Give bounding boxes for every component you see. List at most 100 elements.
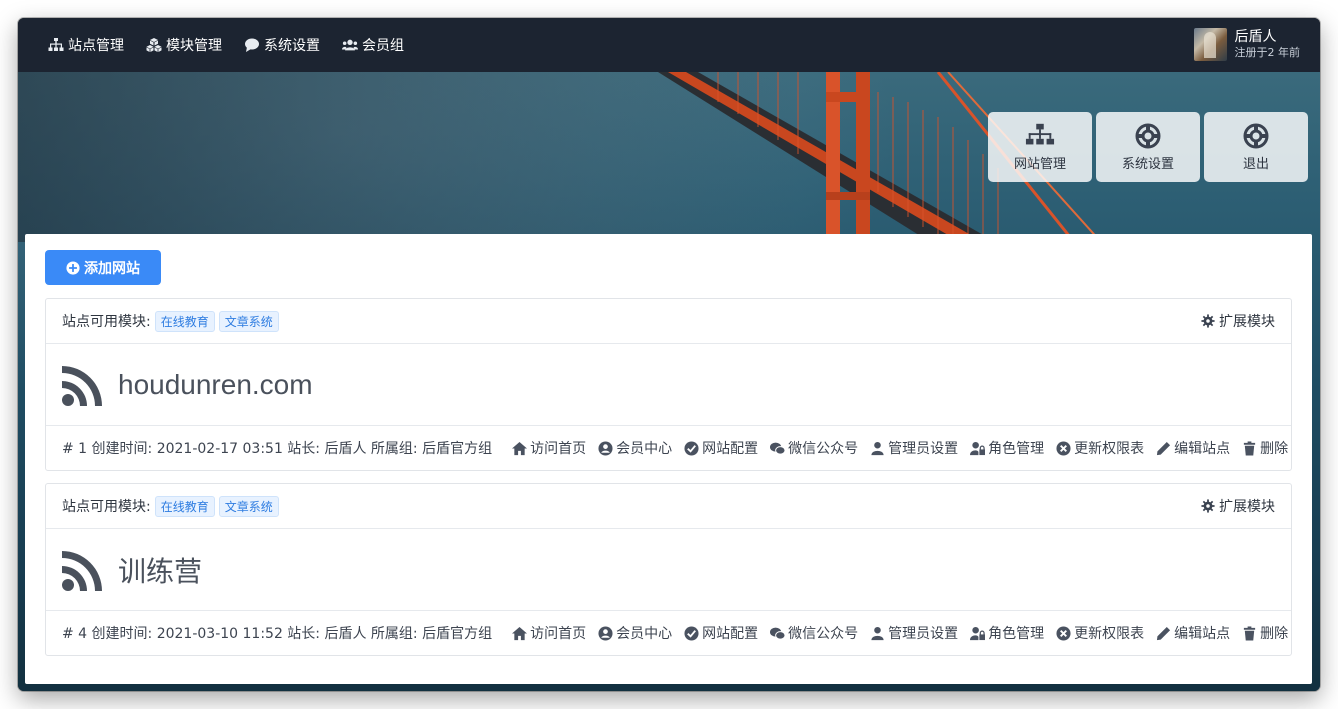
admin-settings-link[interactable]: 管理员设置 <box>870 438 958 458</box>
update-permission-link[interactable]: 更新权限表 <box>1056 623 1144 643</box>
action-label: 删除 <box>1260 441 1289 457</box>
action-label: 管理员设置 <box>888 626 959 642</box>
users-icon <box>342 39 358 51</box>
quick-site-manage-button[interactable]: 网站管理 <box>988 112 1092 182</box>
add-site-label: 添加网站 <box>84 260 140 277</box>
pencil-icon <box>1157 441 1171 455</box>
module-badge[interactable]: 文章系统 <box>218 495 279 517</box>
quick-button-label: 网站管理 <box>1013 156 1066 172</box>
pencil-icon <box>1157 626 1171 640</box>
nav-item-label: 模块管理 <box>166 38 222 54</box>
times-circle-icon <box>1056 440 1071 456</box>
times-circle-icon <box>1056 625 1071 641</box>
trash-icon <box>1243 440 1256 456</box>
wechat-link[interactable]: 微信公众号 <box>770 438 858 458</box>
visit-home-link[interactable]: 访问首页 <box>512 438 586 458</box>
site-name[interactable]: 训练营 <box>118 550 202 590</box>
delete-site-link[interactable]: 删除 <box>1242 438 1288 458</box>
action-label: 访问首页 <box>530 441 587 457</box>
action-label: 访问首页 <box>530 626 587 642</box>
top-navigation: 站点管理 模块管理 系统设置 会员组 后盾人 注册于2 年前 <box>18 18 1320 72</box>
module-badge[interactable]: 文章系统 <box>218 310 279 332</box>
wechat-icon <box>770 442 786 455</box>
sitemap-icon <box>1025 123 1055 144</box>
edit-site-link[interactable]: 编辑站点 <box>1156 623 1230 643</box>
site-card: 站点可用模块: 在线教育 文章系统 扩展模块 <box>45 298 1292 471</box>
action-label: 删除 <box>1260 626 1289 642</box>
site-meta: # 4 创建时间: 2021-03-10 11:52 站长: 后盾人 所属组: … <box>62 626 493 642</box>
site-config-link[interactable]: 网站配置 <box>684 623 758 643</box>
rss-icon <box>62 550 102 591</box>
check-circle-icon <box>684 440 699 456</box>
nav-item-member-group[interactable]: 会员组 <box>342 35 404 55</box>
role-manage-link[interactable]: 角色管理 <box>970 438 1044 458</box>
update-permission-link[interactable]: 更新权限表 <box>1056 438 1144 458</box>
action-label: 更新权限表 <box>1074 626 1145 642</box>
site-meta: # 1 创建时间: 2021-02-17 03:51 站长: 后盾人 所属组: … <box>62 441 493 457</box>
action-label: 角色管理 <box>988 441 1045 457</box>
action-label: 网站配置 <box>702 441 759 457</box>
site-actions: 访问首页 会员中心 网站配置 微信公众号 管理员设置 角色管理 更新权限表 编辑… <box>512 623 1300 643</box>
action-label: 更新权限表 <box>1074 441 1145 457</box>
user-circle-icon <box>598 440 613 456</box>
site-card-body: 训练营 <box>46 529 1291 611</box>
main-panel: 添加网站 站点可用模块: 在线教育 文章系统 扩展模块 houdunren.co… <box>25 234 1312 684</box>
extend-modules-label: 扩展模块 <box>1219 499 1275 515</box>
trash-icon <box>1243 625 1256 641</box>
add-site-button[interactable]: 添加网站 <box>45 250 161 285</box>
module-badge[interactable]: 在线教育 <box>154 495 215 517</box>
quick-logout-button[interactable]: 退出 <box>1204 112 1308 182</box>
module-badge[interactable]: 在线教育 <box>154 310 215 332</box>
action-label: 会员中心 <box>616 441 673 457</box>
action-label: 微信公众号 <box>788 626 859 642</box>
extend-modules-button[interactable]: 扩展模块 <box>1201 311 1275 331</box>
site-card-footer: # 1 创建时间: 2021-02-17 03:51 站长: 后盾人 所属组: … <box>46 426 1291 470</box>
home-icon <box>512 626 528 640</box>
member-center-link[interactable]: 会员中心 <box>598 438 672 458</box>
user-registered: 注册于2 年前 <box>1234 46 1301 60</box>
site-card-footer: # 4 创建时间: 2021-03-10 11:52 站长: 后盾人 所属组: … <box>46 611 1291 655</box>
user-profile[interactable]: 后盾人 注册于2 年前 <box>1193 28 1301 61</box>
action-label: 编辑站点 <box>1174 441 1231 457</box>
wechat-link[interactable]: 微信公众号 <box>770 623 858 643</box>
comment-icon <box>245 38 259 52</box>
gear-icon <box>1201 499 1215 513</box>
nav-item-module-manage[interactable]: 模块管理 <box>146 35 222 55</box>
user-lock-icon <box>970 441 986 455</box>
extend-modules-label: 扩展模块 <box>1219 314 1275 330</box>
site-card-header: 站点可用模块: 在线教育 文章系统 扩展模块 <box>46 299 1291 344</box>
extend-modules-button[interactable]: 扩展模块 <box>1201 496 1275 516</box>
admin-settings-link[interactable]: 管理员设置 <box>870 623 958 643</box>
avatar[interactable] <box>1193 28 1227 61</box>
site-card-body: houdunren.com <box>46 344 1291 426</box>
user-circle-icon <box>598 625 613 641</box>
visit-home-link[interactable]: 访问首页 <box>512 623 586 643</box>
member-center-link[interactable]: 会员中心 <box>598 623 672 643</box>
edit-site-link[interactable]: 编辑站点 <box>1156 438 1230 458</box>
site-actions: 访问首页 会员中心 网站配置 微信公众号 管理员设置 角色管理 更新权限表 编辑… <box>512 438 1300 458</box>
app-window: 网站管理 系统设置 退出 站点管理 模块管理 系统设置 会员组 后盾人 注册于2… <box>18 18 1320 691</box>
rss-icon <box>62 365 102 406</box>
action-label: 会员中心 <box>616 626 673 642</box>
plus-circle-icon <box>66 260 80 275</box>
site-config-link[interactable]: 网站配置 <box>684 438 758 458</box>
user-name: 后盾人 <box>1234 28 1277 45</box>
life-ring-icon <box>1243 123 1269 148</box>
action-label: 管理员设置 <box>888 441 959 457</box>
quick-system-settings-button[interactable]: 系统设置 <box>1096 112 1200 182</box>
sitemap-icon <box>48 38 64 51</box>
modules-label: 站点可用模块: <box>62 314 151 330</box>
user-icon <box>871 441 884 455</box>
delete-site-link[interactable]: 删除 <box>1242 623 1288 643</box>
role-manage-link[interactable]: 角色管理 <box>970 623 1044 643</box>
nav-item-site-manage[interactable]: 站点管理 <box>48 35 124 55</box>
modules-label: 站点可用模块: <box>62 499 151 515</box>
check-circle-icon <box>684 625 699 641</box>
cubes-icon <box>146 38 162 52</box>
quick-button-label: 系统设置 <box>1121 156 1174 172</box>
nav-item-label: 系统设置 <box>264 38 320 54</box>
site-card-header: 站点可用模块: 在线教育 文章系统 扩展模块 <box>46 484 1291 529</box>
quick-button-label: 退出 <box>1242 156 1269 172</box>
site-name[interactable]: houdunren.com <box>118 369 313 401</box>
nav-item-system-settings[interactable]: 系统设置 <box>244 35 320 55</box>
